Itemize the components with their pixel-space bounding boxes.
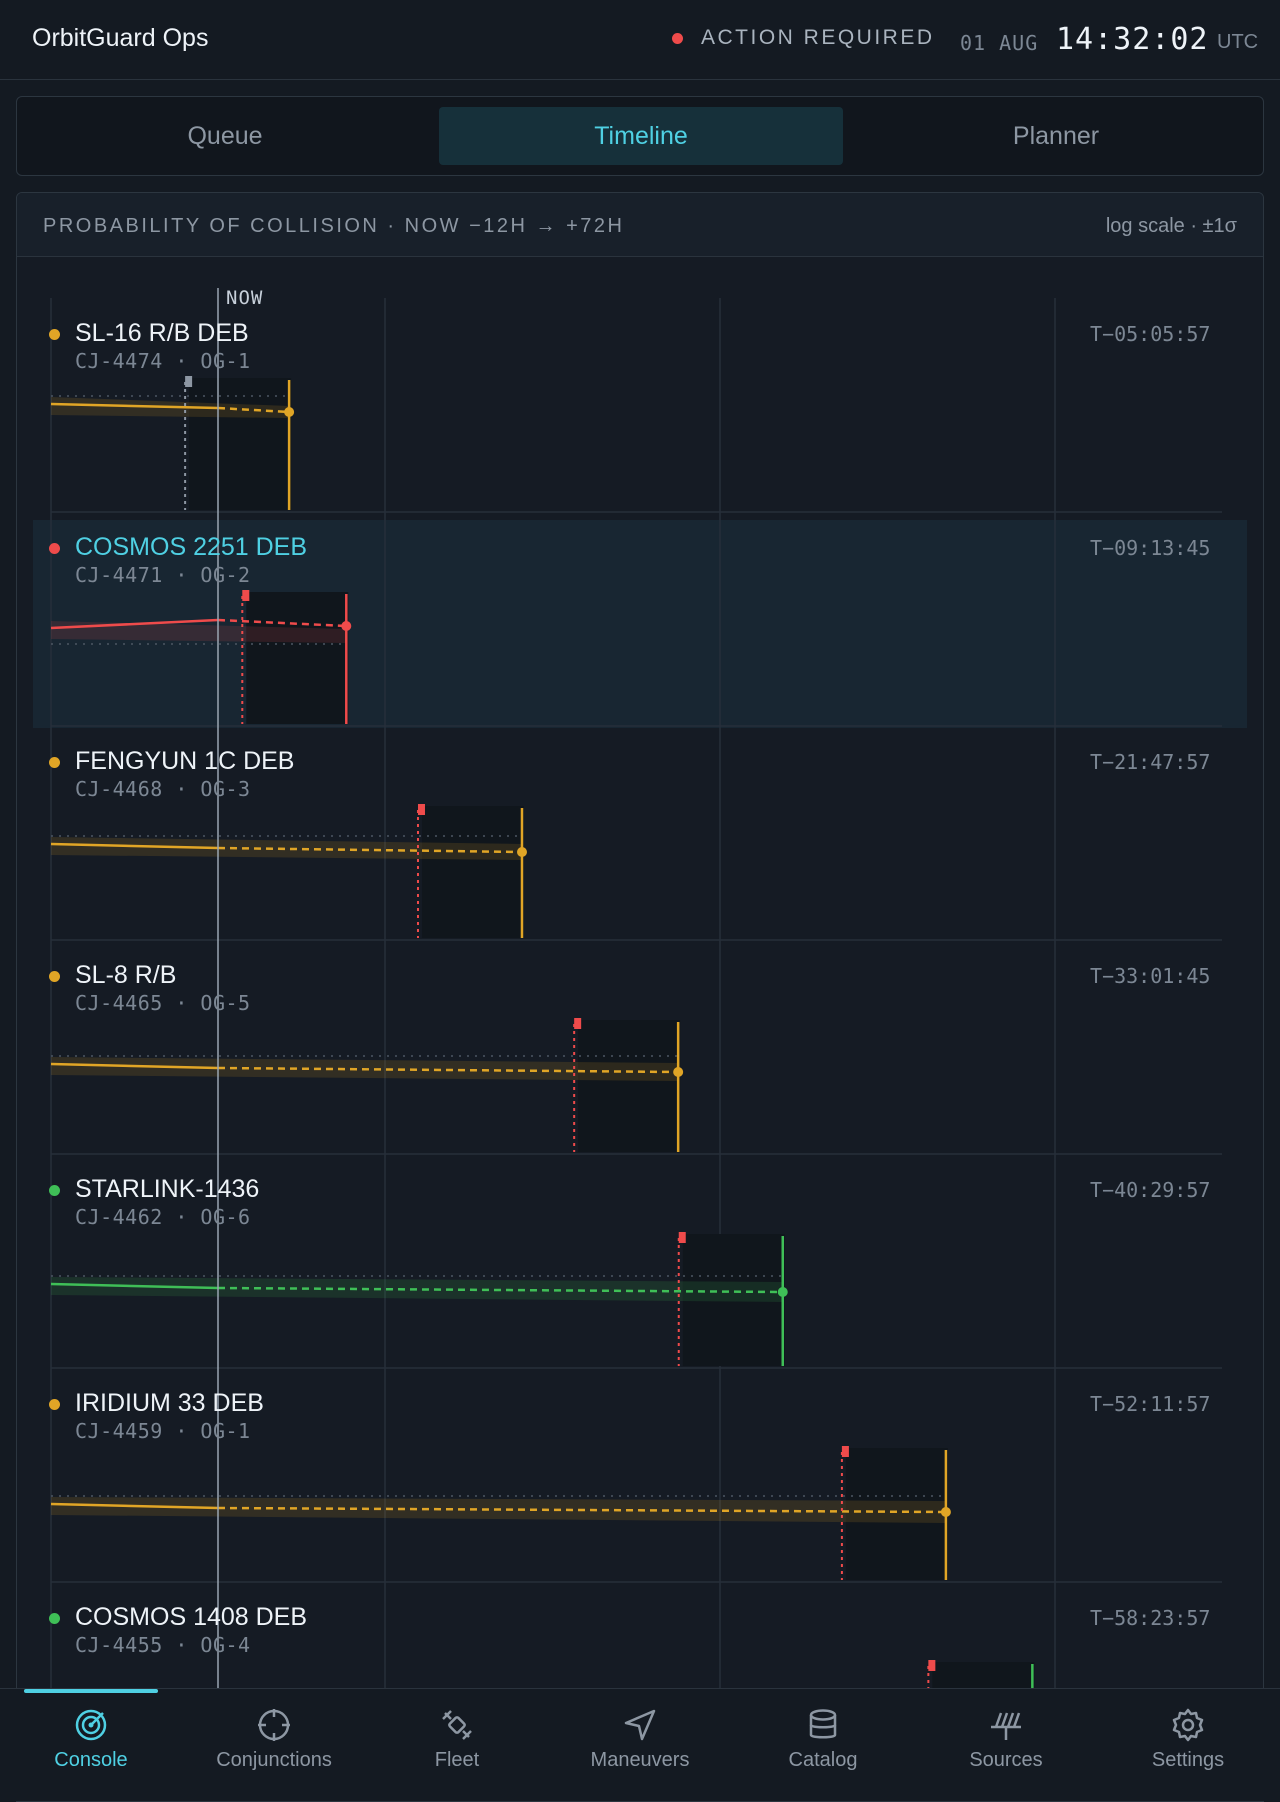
tca-window	[578, 1020, 681, 1152]
decision-deadline-flag	[242, 590, 250, 601]
conjunction-name[interactable]: SL-8 R/B	[75, 961, 176, 990]
now-label: NOW	[226, 287, 264, 309]
conjunction-name[interactable]: FENGYUN 1C DEB	[75, 747, 294, 776]
decision-deadline-flag	[185, 376, 193, 387]
decision-deadline-flag	[678, 1232, 686, 1243]
alert-dot-icon	[672, 32, 683, 44]
tca-window	[189, 378, 292, 510]
status-text: ACTION REQUIRED	[701, 26, 935, 49]
conjunction-id: CJ-4465 · OG-5	[75, 991, 251, 1015]
tab-queue[interactable]: Queue	[27, 107, 423, 165]
bottom-navigation: Console Conjunctions Fleet Maneuvers Cat…	[0, 1688, 1280, 1801]
clock-date: 01 AUG	[960, 31, 1039, 55]
tca-window	[421, 806, 524, 938]
tab-planner[interactable]: Planner	[859, 107, 1253, 165]
action-required-status[interactable]: ACTION REQUIRED	[672, 26, 935, 50]
nav-maneuvers[interactable]: Maneuvers	[565, 1701, 715, 1789]
conjunction-id: CJ-4474 · OG-1	[75, 349, 251, 373]
clock-timezone: UTC	[1217, 31, 1259, 53]
decision-deadline-flag	[841, 1446, 849, 1457]
tab-timeline[interactable]: Timeline	[439, 107, 843, 165]
conjunction-id: CJ-4459 · OG-1	[75, 1419, 251, 1443]
tca-dot	[341, 621, 352, 631]
navigation-arrow-icon	[624, 1709, 656, 1741]
database-icon	[809, 1709, 837, 1739]
conjunction-id: CJ-4468 · OG-3	[75, 777, 251, 801]
nav-label: Fleet	[434, 1749, 480, 1771]
conjunction-name[interactable]: IRIDIUM 33 DEB	[75, 1389, 264, 1418]
nav-sources[interactable]: Sources	[931, 1701, 1081, 1789]
nav-conjunctions[interactable]: Conjunctions	[199, 1701, 349, 1789]
severity-dot-icon	[49, 1185, 60, 1196]
nav-label: Maneuvers	[590, 1749, 690, 1771]
decision-deadline-flag	[574, 1018, 582, 1029]
tca-window	[246, 592, 349, 724]
nav-label: Console	[54, 1749, 128, 1771]
decision-deadline-flag	[928, 1660, 936, 1671]
tca-dot	[940, 1507, 951, 1517]
conjunction-id: CJ-4471 · OG-2	[75, 563, 251, 587]
decision-deadline-flag	[417, 804, 425, 815]
satellite-icon	[442, 1710, 472, 1740]
crosshair-icon	[258, 1709, 290, 1741]
severity-dot-icon	[49, 543, 60, 554]
severity-dot-icon	[49, 971, 60, 982]
conjunction-name[interactable]: COSMOS 2251 DEB	[75, 533, 307, 562]
conjunction-id: CJ-4462 · OG-6	[75, 1205, 251, 1229]
severity-dot-icon	[49, 1399, 60, 1410]
severity-dot-icon	[49, 757, 60, 768]
antenna-icon	[991, 1712, 1021, 1740]
gear-icon	[1172, 1708, 1204, 1742]
active-nav-indicator	[24, 1689, 158, 1693]
clock-time: 14:32:02	[1056, 22, 1209, 57]
nav-catalog[interactable]: Catalog	[748, 1701, 898, 1789]
nav-settings[interactable]: Settings	[1113, 1701, 1263, 1789]
conjunction-name[interactable]: STARLINK-1436	[75, 1175, 259, 1204]
nav-label: Conjunctions	[216, 1749, 332, 1771]
app-title: OrbitGuard Ops	[32, 24, 209, 52]
conjunction-id: CJ-4455 · OG-4	[75, 1633, 251, 1657]
conjunction-name[interactable]: COSMOS 1408 DEB	[75, 1603, 307, 1632]
radar-icon	[75, 1709, 107, 1741]
tca-dot	[673, 1067, 684, 1077]
view-tabs: Queue Timeline Planner	[16, 96, 1264, 176]
nav-console[interactable]: Console	[16, 1701, 166, 1789]
nav-label: Settings	[1151, 1749, 1225, 1771]
tca-dot	[284, 407, 295, 417]
nav-label: Sources	[969, 1749, 1043, 1771]
severity-dot-icon	[49, 1613, 60, 1624]
timeline-panel: PROBABILITY OF COLLISION · NOW −12H → +7…	[16, 192, 1264, 1802]
top-bar: OrbitGuard Ops ACTION REQUIRED 01 AUG 14…	[0, 0, 1280, 80]
nav-fleet[interactable]: Fleet	[382, 1701, 532, 1789]
severity-dot-icon	[49, 329, 60, 340]
tca-dot	[777, 1287, 788, 1297]
tca-dot	[516, 847, 527, 857]
nav-label: Catalog	[788, 1749, 858, 1771]
conjunction-name[interactable]: SL-16 R/B DEB	[75, 319, 249, 348]
